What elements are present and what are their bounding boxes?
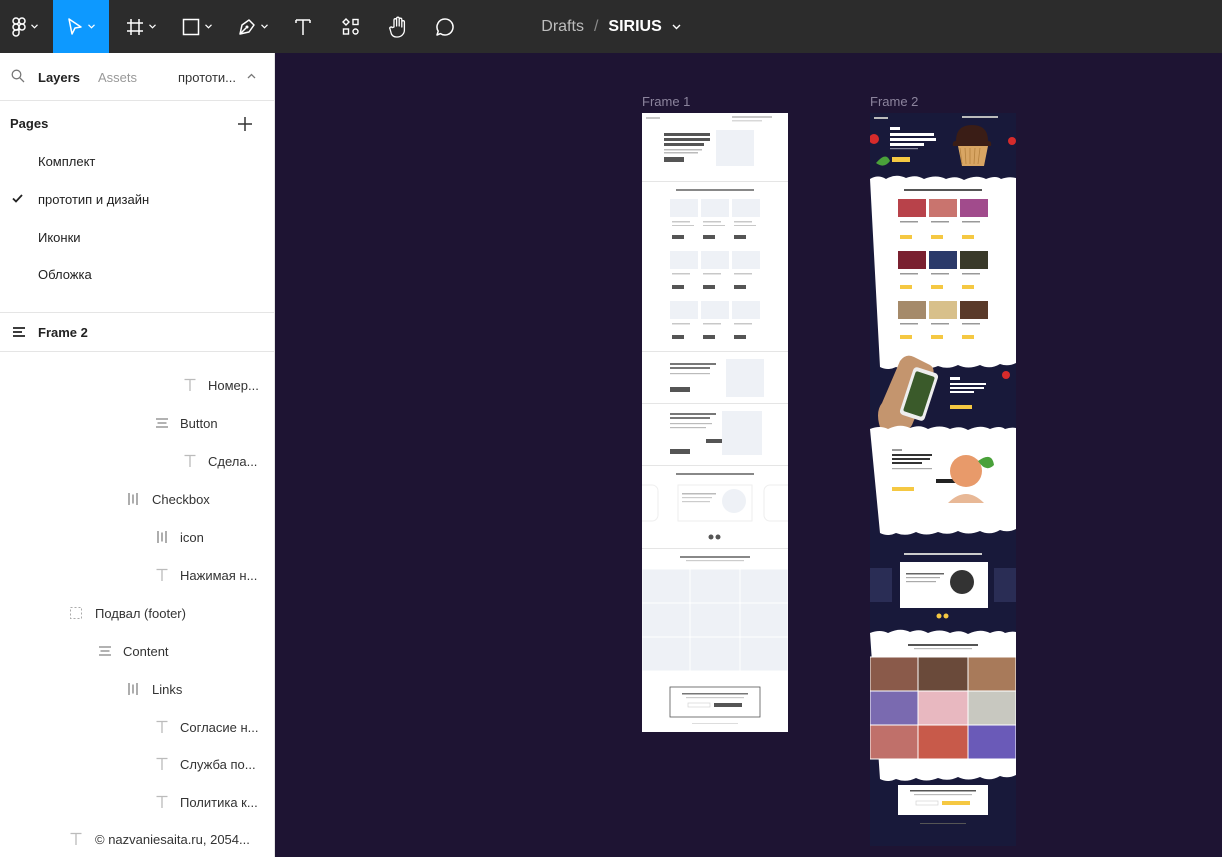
file-name[interactable]: SIRIUS xyxy=(608,18,661,36)
checkmark-icon xyxy=(12,194,23,203)
page-switcher[interactable]: прототи... xyxy=(178,70,236,85)
layer-label: Button xyxy=(180,416,218,431)
layer-label: Служба по... xyxy=(180,757,256,772)
frame-2-design[interactable] xyxy=(870,113,1016,846)
layer-label: Сдела... xyxy=(208,454,258,469)
layer-label: Content xyxy=(123,644,169,659)
tab-assets[interactable]: Assets xyxy=(98,70,137,85)
chevron-down-icon[interactable] xyxy=(672,24,681,30)
layer-label: icon xyxy=(180,530,204,545)
page-item-label: прототип и дизайн xyxy=(38,192,150,207)
layers-panel: Layers Assets прототи... Pages Комплект … xyxy=(0,53,275,857)
text-icon xyxy=(156,757,168,770)
search-icon[interactable] xyxy=(11,69,25,83)
pages-header: Pages xyxy=(0,101,274,145)
page-item-label: Комплект xyxy=(38,154,96,169)
frame-2-label[interactable]: Frame 2 xyxy=(870,94,918,109)
panel-tabs: Layers Assets прототи... xyxy=(0,53,274,101)
page-item[interactable]: Обложка xyxy=(0,256,274,293)
layer-label: Согласие н... xyxy=(180,720,259,735)
layer-label: Номер... xyxy=(208,378,259,393)
layer-label: Links xyxy=(152,682,183,697)
text-icon xyxy=(184,454,196,467)
layer-row[interactable]: Content xyxy=(0,633,274,670)
layer-row[interactable]: Нажимая н... xyxy=(0,557,274,594)
design-preview xyxy=(870,113,1016,846)
frame-1-wireframe[interactable] xyxy=(642,113,788,732)
layer-row[interactable]: Checkbox xyxy=(0,481,274,518)
breadcrumb-drafts[interactable]: Drafts xyxy=(541,18,584,36)
wireframe-preview xyxy=(642,113,788,732)
autolayout-horizontal-icon xyxy=(128,683,138,695)
frame-divider xyxy=(0,351,274,352)
layer-label: © nazvaniesaita.ru, 2054... xyxy=(95,832,250,847)
tab-layers[interactable]: Layers xyxy=(38,70,80,85)
layer-row[interactable]: Button xyxy=(0,405,274,442)
pages-title: Pages xyxy=(10,116,49,131)
page-item-label: Обложка xyxy=(38,267,92,282)
frame-1-label[interactable]: Frame 1 xyxy=(642,94,690,109)
toolbar: Drafts / SIRIUS xyxy=(0,0,1222,53)
file-title: Drafts / SIRIUS xyxy=(0,0,1222,53)
text-icon xyxy=(70,832,82,845)
text-icon xyxy=(156,720,168,733)
page-item-label: Иконки xyxy=(38,230,81,245)
layer-row[interactable]: Политика к... xyxy=(0,784,274,821)
layer-row[interactable]: Согласие н... xyxy=(0,709,274,746)
text-icon xyxy=(156,568,168,581)
autolayout-horizontal-icon xyxy=(157,531,167,543)
breadcrumb-separator: / xyxy=(593,17,599,35)
autolayout-vertical-icon xyxy=(13,327,25,337)
page-item[interactable]: Комплект xyxy=(0,143,274,180)
layer-row[interactable]: © nazvaniesaita.ru, 2054... xyxy=(0,821,274,857)
layer-row[interactable]: icon xyxy=(0,519,274,556)
page-item-current[interactable]: прототип и дизайн xyxy=(0,181,274,218)
autolayout-horizontal-icon xyxy=(128,493,138,505)
canvas[interactable]: Frame 1 Frame 2 xyxy=(276,53,1222,857)
layer-row[interactable]: Номер... xyxy=(0,367,274,404)
layer-label: Frame 2 xyxy=(38,325,88,340)
autolayout-vertical-icon xyxy=(99,646,111,656)
layer-label: Нажимая н... xyxy=(180,568,258,583)
text-icon xyxy=(156,795,168,808)
page-item[interactable]: Иконки xyxy=(0,219,274,256)
layer-row[interactable]: Сдела... xyxy=(0,443,274,480)
layer-row[interactable]: Служба по... xyxy=(0,746,274,783)
text-icon xyxy=(184,378,196,391)
layer-row[interactable]: Подвал (footer) xyxy=(0,595,274,632)
layer-frame-2[interactable]: Frame 2 xyxy=(0,313,274,351)
frame-dashed-icon xyxy=(70,607,82,619)
layer-label: Политика к... xyxy=(180,795,258,810)
layer-label: Checkbox xyxy=(152,492,210,507)
layer-label: Подвал (footer) xyxy=(95,606,186,621)
chevron-up-icon[interactable] xyxy=(247,73,256,79)
add-page-icon[interactable] xyxy=(237,116,253,132)
layer-row[interactable]: Links xyxy=(0,671,274,708)
autolayout-vertical-icon xyxy=(156,418,168,428)
